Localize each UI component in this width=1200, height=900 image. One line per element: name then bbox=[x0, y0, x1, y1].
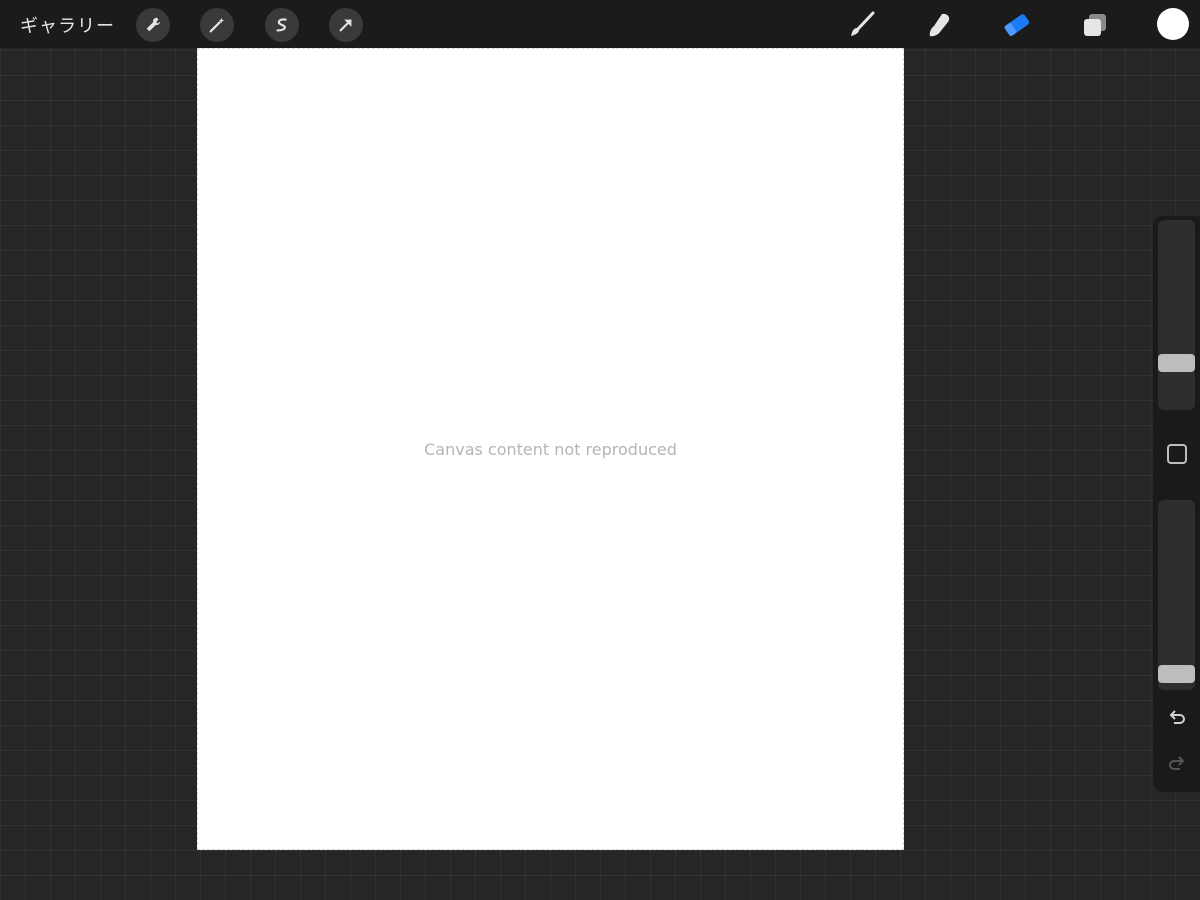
canvas-placeholder: Canvas content not reproduced bbox=[197, 48, 904, 850]
brush-icon bbox=[851, 11, 875, 36]
undo-button[interactable] bbox=[1163, 704, 1191, 732]
adjustments-button[interactable] bbox=[200, 8, 234, 42]
modify-button[interactable] bbox=[1167, 444, 1187, 464]
top-toolbar: ギャラリー bbox=[0, 0, 1200, 48]
wrench-icon bbox=[146, 17, 161, 32]
opacity-thumb[interactable] bbox=[1158, 665, 1195, 684]
brush-size-slider[interactable] bbox=[1158, 220, 1195, 410]
brush-size-thumb[interactable] bbox=[1158, 354, 1195, 373]
smudge-tool-button[interactable] bbox=[920, 6, 958, 44]
gallery-button[interactable]: ギャラリー bbox=[20, 12, 115, 38]
magic-wand-icon bbox=[209, 17, 225, 33]
redo-icon bbox=[1169, 756, 1185, 770]
color-picker-button[interactable] bbox=[1157, 8, 1189, 40]
selection-button[interactable] bbox=[265, 8, 299, 42]
transform-button[interactable] bbox=[329, 8, 363, 42]
layers-icon bbox=[1084, 14, 1106, 36]
brush-tool-button[interactable] bbox=[842, 6, 880, 44]
opacity-slider[interactable] bbox=[1158, 500, 1195, 690]
layers-button[interactable] bbox=[1076, 6, 1114, 44]
smudge-icon bbox=[929, 13, 950, 37]
undo-icon bbox=[1169, 710, 1185, 724]
eraser-icon bbox=[1004, 14, 1030, 37]
drawing-canvas[interactable]: Canvas content not reproduced bbox=[197, 48, 904, 850]
transform-arrow-icon bbox=[339, 19, 352, 32]
selection-icon bbox=[276, 18, 287, 32]
redo-button[interactable] bbox=[1163, 750, 1191, 778]
side-toolbar bbox=[1153, 216, 1200, 792]
actions-button[interactable] bbox=[136, 8, 170, 42]
eraser-tool-button[interactable] bbox=[998, 6, 1036, 44]
